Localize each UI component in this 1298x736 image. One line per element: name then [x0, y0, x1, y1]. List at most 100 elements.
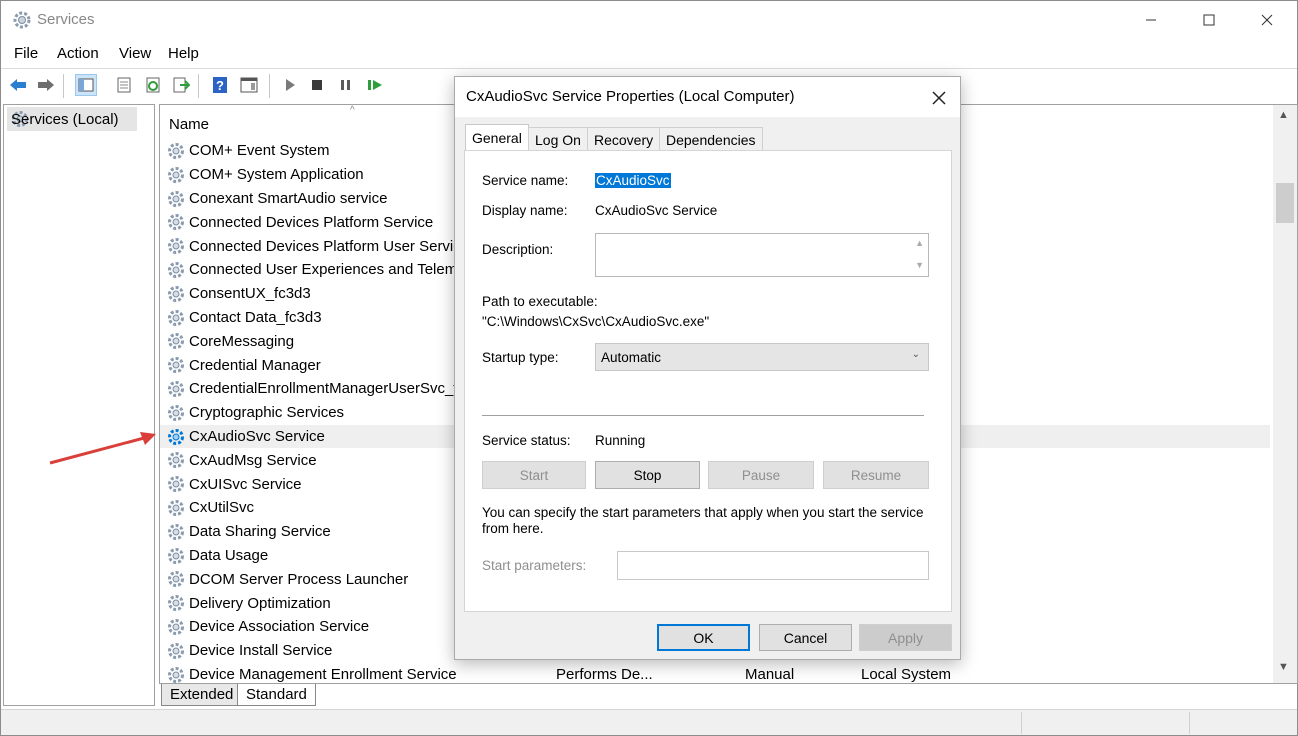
service-name: COM+ Event System: [189, 142, 330, 160]
service-gear-icon: [168, 166, 184, 183]
properties-icon: [117, 77, 131, 93]
tab-recovery[interactable]: Recovery: [587, 127, 661, 151]
back-button[interactable]: [7, 74, 29, 96]
forward-button[interactable]: [35, 74, 57, 96]
tab-log-on[interactable]: Log On: [528, 127, 588, 151]
dialog-close-button[interactable]: [925, 86, 953, 110]
service-name: Data Sharing Service: [189, 523, 331, 541]
path-label: Path to executable:: [482, 294, 598, 309]
status-bar-divider: [1021, 712, 1022, 734]
service-gear-icon: [168, 595, 184, 612]
service-name: CxUtilSvc: [189, 499, 255, 517]
service-log-on-as: Local System: [861, 665, 952, 683]
maximize-icon: [1203, 14, 1215, 26]
service-name-value[interactable]: CxAudioSvc: [595, 173, 671, 188]
ok-button[interactable]: OK: [657, 624, 750, 651]
path-value[interactable]: "C:\Windows\CxSvc\CxAudioSvc.exe": [482, 314, 709, 329]
service-status-value: Running: [595, 433, 646, 448]
close-icon: [932, 91, 946, 105]
service-name: CxAudioSvc Service: [189, 427, 325, 445]
start-service-button[interactable]: [279, 74, 301, 96]
start-button[interactable]: Start: [482, 461, 586, 489]
startup-type-select[interactable]: Automatic ⌄: [595, 343, 929, 371]
column-header-name[interactable]: Name: [169, 116, 209, 133]
menu-file[interactable]: File: [14, 45, 38, 62]
dialog-title-bar[interactable]: CxAudioSvc Service Properties (Local Com…: [455, 77, 960, 117]
service-name: COM+ System Application: [189, 166, 364, 184]
service-gear-icon: [168, 357, 184, 374]
chevron-down-icon: ⌄: [911, 349, 920, 360]
service-name: Data Usage: [189, 546, 269, 564]
cancel-button[interactable]: Cancel: [759, 624, 852, 651]
action-pane-icon: [240, 77, 258, 93]
tab-extended[interactable]: Extended: [161, 684, 243, 706]
export-icon: [173, 77, 190, 93]
scroll-down-arrow-icon[interactable]: ▼: [915, 260, 924, 270]
service-name: DCOM Server Process Launcher: [189, 570, 409, 588]
tree-item-services-local[interactable]: Services (Local): [7, 107, 137, 131]
menu-help[interactable]: Help: [168, 45, 199, 62]
section-divider: [482, 415, 924, 416]
resume-button[interactable]: Resume: [823, 461, 929, 489]
tree-item-label: Services (Local): [11, 110, 119, 128]
service-gear-icon: [168, 666, 184, 683]
description-field[interactable]: ▲ ▼: [595, 233, 929, 277]
service-row[interactable]: Device Management Enrollment Service Perf…: [160, 663, 1270, 683]
service-name: Connected Devices Platform User Service_: [189, 237, 478, 255]
service-gear-icon: [168, 285, 184, 302]
tab-dependencies[interactable]: Dependencies: [659, 127, 763, 151]
title-bar[interactable]: Services: [1, 1, 1297, 39]
toolbar-separator: [198, 74, 199, 98]
service-gear-icon: [168, 404, 184, 421]
minimize-button[interactable]: [1122, 1, 1180, 39]
service-gear-icon: [168, 143, 184, 159]
vertical-scrollbar[interactable]: ▲ ▼: [1273, 105, 1297, 683]
console-tree-pane: Services (Local): [3, 104, 155, 706]
tab-general[interactable]: General: [465, 124, 529, 151]
pause-icon: [341, 80, 350, 90]
help-button[interactable]: ?: [209, 74, 231, 96]
service-gear-icon: [168, 333, 184, 350]
service-gear-icon: [168, 381, 184, 397]
service-gear-icon: [168, 238, 184, 255]
pause-service-button[interactable]: [334, 74, 356, 96]
show-hide-console-tree-button[interactable]: [75, 74, 97, 96]
service-gear-icon: [168, 262, 184, 278]
services-gear-icon: [13, 11, 31, 29]
startup-type-label: Startup type:: [482, 350, 559, 365]
toolbar-separator: [63, 74, 64, 98]
menu-view[interactable]: View: [119, 45, 151, 62]
start-parameters-label: Start parameters:: [482, 558, 587, 573]
display-name-label: Display name:: [482, 203, 568, 218]
scrollbar-thumb[interactable]: [1276, 183, 1294, 223]
pause-button[interactable]: Pause: [708, 461, 814, 489]
export-list-button[interactable]: [170, 74, 192, 96]
tab-standard[interactable]: Standard: [237, 684, 316, 706]
service-status-label: Service status:: [482, 433, 571, 448]
service-gear-icon: [168, 619, 184, 635]
restart-service-button[interactable]: [364, 74, 386, 96]
start-parameters-input[interactable]: [617, 551, 929, 580]
service-name: Device Install Service: [189, 642, 333, 660]
apply-button[interactable]: Apply: [859, 624, 952, 651]
service-name: CxAudMsg Service: [189, 451, 317, 469]
sort-ascending-icon: ^: [350, 105, 355, 116]
refresh-button[interactable]: [142, 74, 164, 96]
svg-text:?: ?: [216, 78, 224, 93]
service-gear-icon: [168, 571, 184, 588]
scroll-down-arrow-icon[interactable]: ▼: [1278, 661, 1289, 673]
stop-service-button[interactable]: [306, 74, 328, 96]
maximize-button[interactable]: [1180, 1, 1238, 39]
scroll-up-arrow-icon[interactable]: ▲: [1278, 109, 1289, 121]
stop-button[interactable]: Stop: [595, 461, 700, 489]
scroll-up-arrow-icon[interactable]: ▲: [915, 238, 924, 248]
display-name-value[interactable]: CxAudioSvc Service: [595, 203, 717, 218]
service-name: CoreMessaging: [189, 332, 295, 350]
service-name: CxUISvc Service: [189, 475, 302, 493]
show-hide-action-pane-button[interactable]: [238, 74, 260, 96]
menu-action[interactable]: Action: [57, 45, 99, 62]
close-window-button[interactable]: [1238, 1, 1296, 39]
service-description: Performs De...: [556, 665, 653, 683]
service-gear-icon: [168, 642, 184, 659]
properties-button[interactable]: [113, 74, 135, 96]
